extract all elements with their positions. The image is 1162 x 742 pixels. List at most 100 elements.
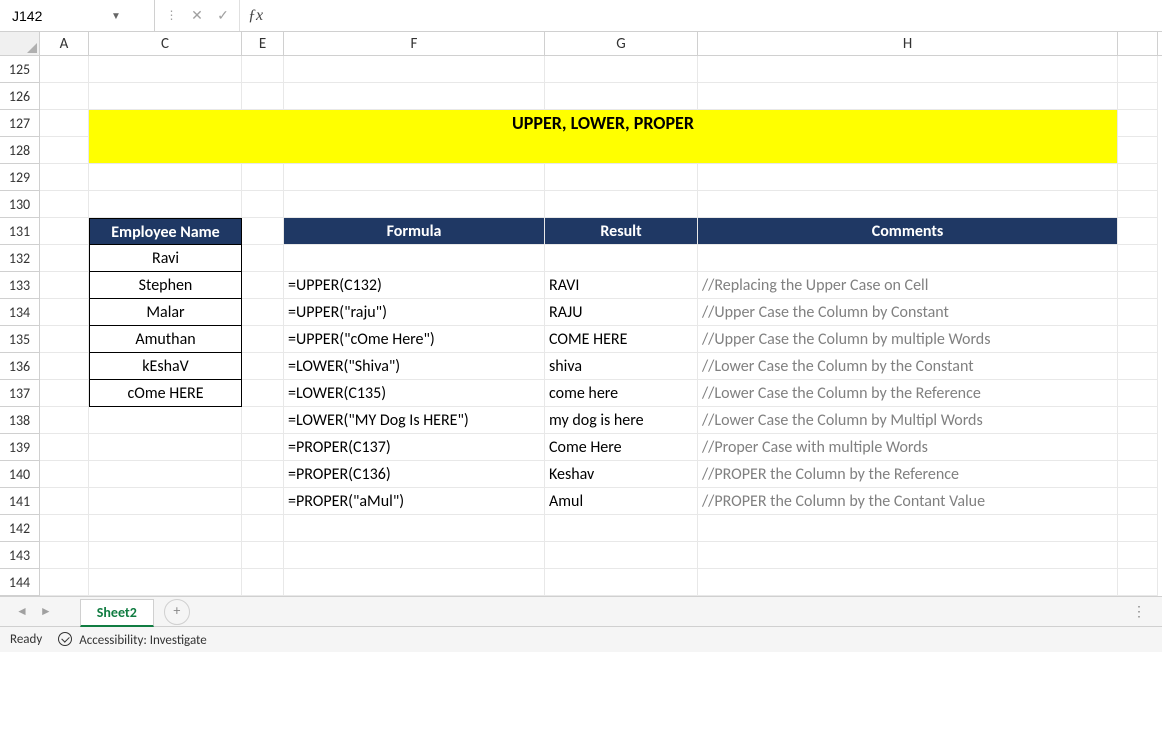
formula-cell[interactable]: =LOWER("Shiva")	[284, 353, 545, 380]
fx-label-icon[interactable]: ƒx	[240, 7, 271, 25]
cell[interactable]	[40, 299, 89, 326]
row-header[interactable]: 134	[0, 299, 40, 326]
add-sheet-button[interactable]: +	[164, 599, 190, 625]
col-header-C[interactable]: C	[89, 32, 242, 55]
row-header[interactable]: 125	[0, 56, 40, 83]
cell[interactable]	[1118, 218, 1158, 245]
cell[interactable]	[284, 164, 545, 191]
cell[interactable]	[40, 218, 89, 245]
row-header[interactable]: 126	[0, 83, 40, 110]
comment-cell[interactable]: //Lower Case the Column by Multipl Words	[698, 407, 1118, 434]
row-header[interactable]: 127	[0, 110, 40, 137]
comment-cell[interactable]: //Upper Case the Column by multiple Word…	[698, 326, 1118, 353]
cancel-formula-icon[interactable]: ✕	[187, 7, 207, 24]
cell[interactable]	[284, 245, 545, 272]
cell[interactable]	[242, 164, 284, 191]
cell[interactable]	[545, 569, 698, 596]
cell[interactable]	[698, 56, 1118, 83]
cell[interactable]	[698, 164, 1118, 191]
cell[interactable]	[242, 380, 284, 407]
cell[interactable]	[1118, 488, 1158, 515]
cell[interactable]	[1118, 245, 1158, 272]
comment-cell[interactable]: //PROPER the Column by the Contant Value	[698, 488, 1118, 515]
cell[interactable]	[242, 488, 284, 515]
cell[interactable]	[89, 434, 242, 461]
col-header-A[interactable]: A	[40, 32, 89, 55]
cell[interactable]	[1118, 137, 1158, 164]
cell[interactable]	[1118, 272, 1158, 299]
cell[interactable]	[40, 542, 89, 569]
cell[interactable]	[1118, 191, 1158, 218]
cell[interactable]	[40, 245, 89, 272]
cell[interactable]	[1118, 407, 1158, 434]
tab-prev-icon[interactable]: ◄	[16, 604, 28, 619]
cell[interactable]	[40, 191, 89, 218]
comment-cell[interactable]: //Replacing the Upper Case on Cell	[698, 272, 1118, 299]
cell[interactable]	[40, 83, 89, 110]
cell[interactable]	[40, 407, 89, 434]
cell[interactable]	[1118, 380, 1158, 407]
header-result[interactable]: Result	[545, 218, 698, 245]
cell[interactable]	[40, 461, 89, 488]
cell[interactable]	[242, 434, 284, 461]
title-banner-bottom[interactable]	[89, 137, 1118, 164]
cell[interactable]	[1118, 326, 1158, 353]
cell[interactable]	[242, 569, 284, 596]
cell[interactable]	[698, 191, 1118, 218]
formula-cell[interactable]: =PROPER(C137)	[284, 434, 545, 461]
cell[interactable]	[698, 515, 1118, 542]
cell[interactable]	[1118, 353, 1158, 380]
row-header[interactable]: 143	[0, 542, 40, 569]
formula-input[interactable]	[271, 0, 1162, 31]
cell[interactable]	[1118, 83, 1158, 110]
name-box[interactable]	[8, 6, 108, 26]
cell[interactable]	[1118, 569, 1158, 596]
cell[interactable]	[40, 569, 89, 596]
cell[interactable]	[242, 407, 284, 434]
cell[interactable]	[1118, 461, 1158, 488]
cell[interactable]	[40, 434, 89, 461]
employee-cell[interactable]: kEshaV	[89, 353, 242, 380]
formula-cell[interactable]: =UPPER(C132)	[284, 272, 545, 299]
cell[interactable]	[40, 56, 89, 83]
header-formula[interactable]: Formula	[284, 218, 545, 245]
select-all-corner[interactable]	[0, 32, 40, 55]
employee-cell[interactable]: Ravi	[89, 245, 242, 272]
cell[interactable]	[89, 569, 242, 596]
col-header-F[interactable]: F	[284, 32, 545, 55]
row-header[interactable]: 131	[0, 218, 40, 245]
formula-cell[interactable]: =LOWER("MY Dog Is HERE")	[284, 407, 545, 434]
formula-cell[interactable]: =PROPER("aMul")	[284, 488, 545, 515]
comment-cell[interactable]: //Lower Case the Column by the Constant	[698, 353, 1118, 380]
formula-bar-more-icon[interactable]: ⋮	[161, 8, 181, 23]
comment-cell[interactable]: //Upper Case the Column by Constant	[698, 299, 1118, 326]
result-cell[interactable]: my dog is here	[545, 407, 698, 434]
cell[interactable]	[284, 56, 545, 83]
formula-cell[interactable]: =PROPER(C136)	[284, 461, 545, 488]
cell[interactable]	[1118, 515, 1158, 542]
result-cell[interactable]: RAVI	[545, 272, 698, 299]
formula-cell[interactable]: =LOWER(C135)	[284, 380, 545, 407]
row-header[interactable]: 135	[0, 326, 40, 353]
cell[interactable]	[242, 326, 284, 353]
cell[interactable]	[89, 461, 242, 488]
result-cell[interactable]: come here	[545, 380, 698, 407]
cell[interactable]	[40, 380, 89, 407]
cell[interactable]	[545, 542, 698, 569]
status-accessibility[interactable]: Accessibility: Investigate	[58, 632, 206, 648]
row-header[interactable]: 128	[0, 137, 40, 164]
cell[interactable]	[284, 83, 545, 110]
cell[interactable]	[698, 569, 1118, 596]
cell[interactable]	[545, 56, 698, 83]
comment-cell[interactable]: //Lower Case the Column by the Reference	[698, 380, 1118, 407]
tab-next-icon[interactable]: ►	[40, 604, 52, 619]
cell[interactable]	[545, 515, 698, 542]
col-header-extra[interactable]	[1118, 32, 1158, 55]
formula-cell[interactable]: =UPPER("raju")	[284, 299, 545, 326]
cell[interactable]	[40, 272, 89, 299]
result-cell[interactable]: shiva	[545, 353, 698, 380]
name-box-dropdown-icon[interactable]: ▼	[108, 9, 124, 22]
cell[interactable]	[1118, 164, 1158, 191]
row-header[interactable]: 139	[0, 434, 40, 461]
cell[interactable]	[40, 137, 89, 164]
